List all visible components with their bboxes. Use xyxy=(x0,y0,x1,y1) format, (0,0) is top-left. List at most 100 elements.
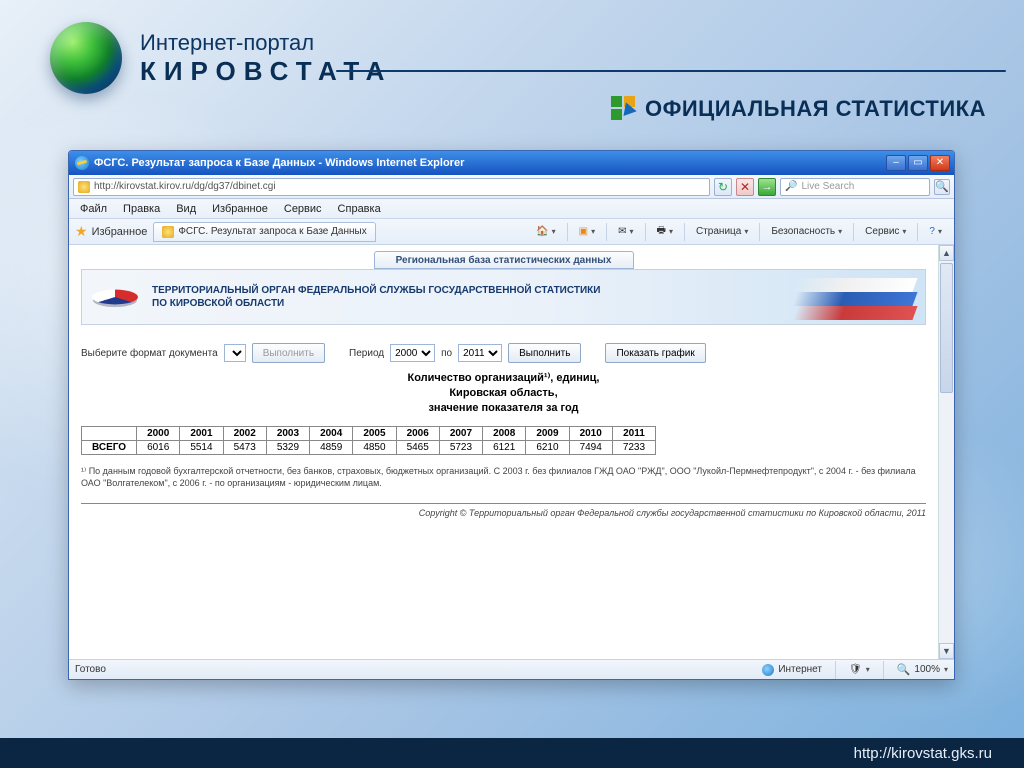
rss-icon: ▣ xyxy=(579,226,588,237)
value-cell: 6210 xyxy=(526,440,569,454)
zoom-control[interactable]: 🔍 100% ▾ xyxy=(897,663,948,676)
chevron-down-icon: ▾ xyxy=(630,227,634,236)
pie-chart-icon xyxy=(92,277,138,317)
menu-tools[interactable]: Сервис xyxy=(277,201,329,217)
favorites-button[interactable]: ★ Избранное xyxy=(75,223,147,240)
search-placeholder: Live Search xyxy=(801,181,854,192)
zoom-value: 100% xyxy=(914,664,940,675)
scroll-thumb[interactable] xyxy=(940,263,953,393)
slide-footer: http://kirovstat.gks.ru xyxy=(0,738,1024,768)
year-header: 2003 xyxy=(266,426,309,440)
mail-button[interactable]: ✉▾ xyxy=(612,222,639,242)
page-label: Страница xyxy=(696,226,741,237)
tab-label: ФСГС. Результат запроса к Базе Данных xyxy=(178,226,366,237)
print-icon: 🖶 xyxy=(657,223,666,240)
feed-button[interactable]: ▣▾ xyxy=(573,222,601,242)
value-cell: 7494 xyxy=(569,440,612,454)
stats-icon xyxy=(611,96,637,122)
org-banner: ТЕРРИТОРИАЛЬНЫЙ ОРГАН ФЕДЕРАЛЬНОЙ СЛУЖБЫ… xyxy=(81,269,926,325)
chevron-down-icon: ▾ xyxy=(669,227,673,236)
bing-icon: 🔎 xyxy=(785,181,797,192)
result-table: 2000200120022003200420052006200720082009… xyxy=(81,426,656,455)
security-zone[interactable]: Интернет xyxy=(762,664,822,676)
menu-favorites[interactable]: Избранное xyxy=(205,201,275,217)
year-header: 2008 xyxy=(483,426,526,440)
value-cell: 4859 xyxy=(310,440,353,454)
year-header: 2005 xyxy=(353,426,396,440)
window-minimize-button[interactable]: – xyxy=(886,155,906,171)
window-titlebar[interactable]: ФСГС. Результат запроса к Базе Данных - … xyxy=(69,151,954,175)
page-viewport: Региональная база статистических данных … xyxy=(69,245,938,659)
help-button[interactable]: ?▾ xyxy=(923,222,948,242)
refresh-button[interactable]: ↻ xyxy=(714,178,732,196)
period-to-select[interactable]: 2011 xyxy=(458,344,502,362)
search-input[interactable]: 🔎 Live Search xyxy=(780,178,930,196)
status-ready: Готово xyxy=(75,664,106,675)
chevron-down-icon: ▾ xyxy=(866,665,870,674)
value-cell: 6121 xyxy=(483,440,526,454)
url-input[interactable]: http://kirovstat.kirov.ru/dg/dg37/dbinet… xyxy=(73,178,710,196)
status-bar: Готово Интернет 🛡▾ 🔍 100% ▾ xyxy=(69,659,954,679)
show-chart-button[interactable]: Показать график xyxy=(605,343,705,363)
regional-db-tab[interactable]: Региональная база статистических данных xyxy=(374,251,634,269)
tools-menu-button[interactable]: Сервис▾ xyxy=(859,222,912,242)
scroll-up-button[interactable]: ▲ xyxy=(939,245,954,261)
window-maximize-button[interactable]: ▭ xyxy=(908,155,928,171)
browser-tab[interactable]: ФСГС. Результат запроса к Базе Данных xyxy=(153,222,375,242)
slide-title-line1: Интернет-портал xyxy=(140,30,392,56)
value-cell: 5329 xyxy=(266,440,309,454)
scroll-down-button[interactable]: ▼ xyxy=(939,643,954,659)
year-header: 2006 xyxy=(396,426,439,440)
year-header: 2009 xyxy=(526,426,569,440)
menu-edit[interactable]: Правка xyxy=(116,201,167,217)
vertical-scrollbar[interactable]: ▲ ▼ xyxy=(938,245,954,659)
star-icon: ★ xyxy=(75,223,88,240)
menu-help[interactable]: Справка xyxy=(331,201,388,217)
footer-url: http://kirovstat.gks.ru xyxy=(854,745,992,762)
year-header: 2007 xyxy=(439,426,482,440)
title-l2: Кировская область, xyxy=(69,386,938,401)
go-button[interactable]: → xyxy=(758,178,776,196)
title-l1: Количество организаций¹⁾, единиц, xyxy=(69,371,938,386)
chevron-down-icon: ▾ xyxy=(838,227,842,236)
search-button[interactable]: 🔍 xyxy=(934,179,950,195)
chevron-down-icon: ▾ xyxy=(591,227,595,236)
result-title: Количество организаций¹⁾, единиц, Кировс… xyxy=(69,371,938,416)
protected-mode[interactable]: 🛡▾ xyxy=(849,664,870,675)
shield-icon: 🛡 xyxy=(849,664,862,675)
mail-icon: ✉ xyxy=(618,226,626,237)
value-cell: 7233 xyxy=(612,440,655,454)
home-button[interactable]: 🏠▾ xyxy=(530,222,561,242)
value-cell: 5465 xyxy=(396,440,439,454)
menu-view[interactable]: Вид xyxy=(169,201,203,217)
ie-icon xyxy=(75,156,89,170)
year-header: 2004 xyxy=(310,426,353,440)
slide-header: Интернет-портал КИРОВСТАТА xyxy=(50,22,392,94)
stop-button[interactable]: ✕ xyxy=(736,178,754,196)
internet-zone-icon xyxy=(762,664,774,676)
divider xyxy=(81,503,926,504)
window-close-button[interactable]: ✕ xyxy=(930,155,950,171)
chevron-down-icon: ▾ xyxy=(944,665,948,674)
period-from-select[interactable]: 2000 xyxy=(390,344,435,362)
favorites-label: Избранное xyxy=(92,226,148,238)
safety-menu-button[interactable]: Безопасность▾ xyxy=(765,222,848,242)
tools-label: Сервис xyxy=(865,226,899,237)
year-header: 2001 xyxy=(180,426,223,440)
tab-favicon-icon xyxy=(162,226,174,238)
magnifier-icon: 🔍 xyxy=(897,663,911,676)
query-controls: Выберите формат документа Выполнить Пери… xyxy=(81,343,926,363)
execute-button-1[interactable]: Выполнить xyxy=(252,343,325,363)
print-button[interactable]: 🖶▾ xyxy=(651,222,679,242)
page-menu-button[interactable]: Страница▾ xyxy=(690,222,754,242)
title-l3: значение показателя за год xyxy=(69,401,938,416)
help-icon: ? xyxy=(929,226,935,237)
value-cell: 5723 xyxy=(439,440,482,454)
menu-file[interactable]: Файл xyxy=(73,201,114,217)
value-cell: 4850 xyxy=(353,440,396,454)
menu-bar: Файл Правка Вид Избранное Сервис Справка xyxy=(69,199,954,219)
toolbar: ★ Избранное ФСГС. Результат запроса к Ба… xyxy=(69,219,954,245)
format-select[interactable] xyxy=(224,344,246,362)
execute-button-2[interactable]: Выполнить xyxy=(508,343,581,363)
period-label: Период xyxy=(349,348,384,359)
